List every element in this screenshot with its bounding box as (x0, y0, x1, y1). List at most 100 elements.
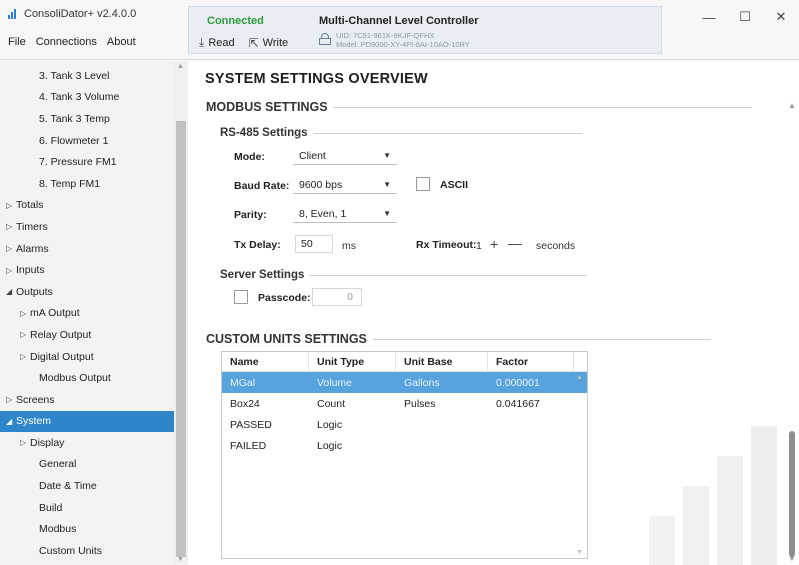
sidebar-item[interactable]: Custom Units (0, 540, 174, 562)
minimize-button[interactable]: — (691, 0, 727, 34)
sidebar-item[interactable]: Date & Time (0, 475, 174, 497)
scroll-up-icon[interactable]: ▲ (576, 374, 583, 381)
sidebar-item[interactable]: ▷ Inputs (0, 259, 174, 281)
sidebar-item[interactable]: Modbus Output (0, 367, 174, 389)
read-label: Read (208, 36, 235, 49)
sidebar-item-label: 7. Pressure FM1 (39, 156, 117, 169)
custom-units-title: CUSTOM UNITS SETTINGS (206, 332, 367, 346)
main-scroll-thumb[interactable] (789, 431, 795, 557)
passcode-input[interactable]: 0 (312, 288, 362, 306)
decrement-button[interactable]: — (508, 236, 522, 250)
maximize-button[interactable]: ☐ (727, 0, 763, 34)
collapsed-arrow-icon[interactable]: ▷ (6, 201, 16, 210)
sidebar-item[interactable]: Modbus (0, 518, 174, 540)
read-button[interactable]: ⤓ Read (199, 35, 235, 50)
table-row[interactable]: FAILED Logic (222, 435, 587, 456)
sidebar-item[interactable]: ◢ Outputs (0, 281, 174, 303)
rs485-settings-heading: RS-485 Settings (220, 127, 582, 139)
scroll-down-icon[interactable]: ▼ (576, 549, 583, 556)
rx-timeout-label: Rx Timeout: (416, 239, 477, 251)
expanded-arrow-icon[interactable]: ◢ (6, 417, 16, 426)
collapsed-arrow-icon[interactable]: ▷ (6, 244, 16, 253)
sidebar-item[interactable]: ▷ mA Output (0, 303, 174, 325)
scroll-up-icon[interactable]: ▲ (177, 63, 184, 70)
sidebar-item-label: System (16, 415, 52, 428)
passcode-checkbox[interactable] (234, 290, 248, 304)
sidebar-item[interactable]: 8. Temp FM1 (0, 173, 174, 195)
sidebar-item[interactable]: General (0, 454, 174, 476)
table-scrollbar[interactable]: ▲ ▼ (573, 372, 587, 558)
column-header-unit-base[interactable]: Unit Base (396, 351, 488, 372)
sidebar-item-label: Totals (16, 199, 44, 212)
sidebar-item[interactable]: 3. Tank 3 Level (0, 65, 174, 87)
rx-timeout-value[interactable]: 1 (476, 240, 482, 252)
collapsed-arrow-icon[interactable]: ▷ (6, 395, 16, 404)
table-row[interactable]: Box24 Count Pulses 0.041667 (222, 393, 587, 414)
sidebar-item[interactable]: ▷ Timers (0, 216, 174, 238)
table-row[interactable]: MGal Volume Gallons 0.000001 (222, 372, 587, 393)
server-settings-heading: Server Settings (220, 269, 587, 281)
column-header-unit-type[interactable]: Unit Type (309, 351, 396, 372)
parity-select[interactable]: 8, Even, 1 ▼ (293, 205, 397, 223)
baud-rate-label: Baud Rate: (234, 180, 290, 192)
write-button[interactable]: ⇱ Write (249, 35, 289, 50)
divider (372, 338, 711, 340)
sidebar-scroll-thumb[interactable] (176, 121, 186, 557)
collapsed-arrow-icon[interactable]: ▷ (20, 309, 30, 318)
collapsed-arrow-icon[interactable]: ▷ (20, 330, 30, 339)
table-row[interactable]: PASSED Logic (222, 414, 587, 435)
sidebar-item[interactable]: 4. Tank 3 Volume (0, 87, 174, 109)
write-label: Write (262, 36, 289, 49)
collapsed-arrow-icon[interactable]: ▷ (20, 438, 30, 447)
table-body: MGal Volume Gallons 0.000001 Box24 Count Pulse… (222, 372, 587, 456)
chevron-down-icon: ▼ (383, 209, 391, 218)
scroll-down-icon[interactable]: ▼ (177, 556, 184, 563)
column-header-name[interactable]: Name (222, 351, 309, 372)
sidebar-item[interactable]: Build (0, 497, 174, 519)
sidebar-item-label: General (39, 458, 77, 471)
expanded-arrow-icon[interactable]: ◢ (6, 287, 16, 296)
sidebar-item[interactable]: ▷ Digital Output (0, 346, 174, 368)
device-meta: UID: 7C51-961K-9KJF-QFHX Model: PD9000-X… (336, 31, 470, 49)
sidebar-item[interactable]: ▷ Totals (0, 195, 174, 217)
increment-button[interactable]: + (490, 237, 498, 251)
sidebar-item[interactable]: ◢ System (0, 410, 174, 433)
sidebar-item-label: Inputs (16, 264, 45, 277)
tx-delay-label: Tx Delay: (234, 239, 281, 251)
collapsed-arrow-icon[interactable]: ▷ (6, 222, 16, 231)
scroll-down-icon[interactable]: ▼ (788, 554, 796, 563)
tx-delay-input[interactable]: 50 (295, 235, 333, 253)
scroll-up-icon[interactable]: ▲ (788, 101, 796, 110)
table-header: Name Unit Type Unit Base Factor (222, 351, 587, 372)
tx-delay-unit: ms (342, 240, 356, 252)
mode-value: Client (299, 149, 326, 162)
baud-rate-value: 9600 bps (299, 178, 343, 191)
sidebar-item-label: 8. Temp FM1 (39, 177, 101, 190)
sidebar-scrollbar[interactable]: ▲ ▼ (174, 61, 188, 565)
collapsed-arrow-icon[interactable]: ▷ (6, 266, 16, 275)
sidebar-item[interactable]: ▷ Screens (0, 389, 174, 411)
collapsed-arrow-icon[interactable]: ▷ (20, 352, 30, 361)
divider (313, 132, 582, 134)
parity-value: 8, Even, 1 (299, 207, 347, 220)
baud-rate-select[interactable]: 9600 bps ▼ (293, 176, 397, 194)
close-button[interactable]: ✕ (763, 0, 799, 34)
sidebar-item-label: 5. Tank 3 Temp (39, 112, 110, 125)
sidebar-item-label: Custom Units (39, 544, 103, 557)
sidebar-item[interactable]: 6. Flowmeter 1 (0, 130, 174, 152)
sidebar-item[interactable]: ▷ Alarms (0, 238, 174, 260)
menu-about[interactable]: About (107, 36, 136, 48)
sidebar-item[interactable]: ▷ Relay Output (0, 324, 174, 346)
rs485-settings-title: RS-485 Settings (220, 127, 308, 139)
main-scrollbar[interactable]: ▲ ▼ (785, 61, 799, 565)
ascii-checkbox[interactable] (416, 177, 430, 191)
sidebar-item[interactable]: 5. Tank 3 Temp (0, 108, 174, 130)
sidebar-item[interactable]: 7. Pressure FM1 (0, 151, 174, 173)
table-cell: 0.041667 (496, 397, 540, 410)
column-header-factor[interactable]: Factor (488, 351, 574, 372)
table-cell: Count (317, 397, 346, 410)
menu-file[interactable]: File (8, 36, 26, 48)
menu-connections[interactable]: Connections (36, 36, 97, 48)
sidebar-item[interactable]: ▷ Display (0, 432, 174, 454)
mode-select[interactable]: Client ▼ (293, 147, 397, 165)
